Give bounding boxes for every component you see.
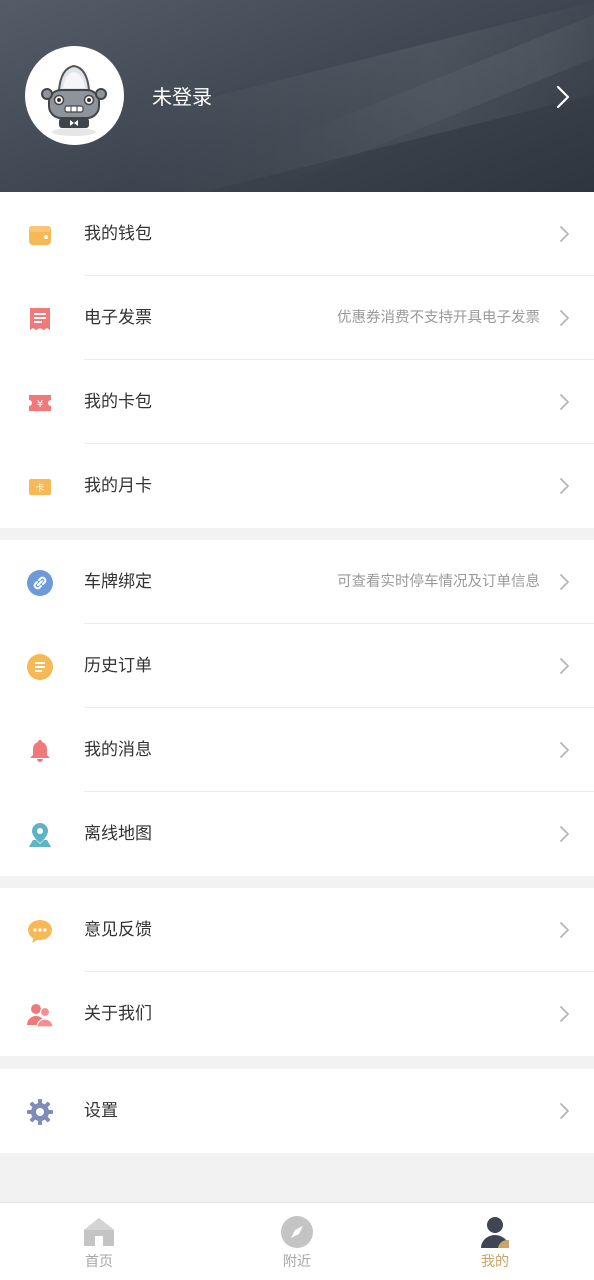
coupon-icon: ¥ xyxy=(29,395,51,411)
profile-header[interactable]: 未登录 xyxy=(0,0,594,192)
menu-item-label: 历史订单 xyxy=(84,656,152,676)
chevron-right-icon xyxy=(560,1103,569,1119)
chat-icon xyxy=(28,920,52,943)
chevron-right-icon xyxy=(560,226,569,242)
chevron-right-icon xyxy=(560,310,569,326)
menu-item-feedback[interactable]: 意见反馈 xyxy=(0,888,594,972)
bell-icon xyxy=(30,740,50,762)
tab-label: 首页 xyxy=(85,1254,113,1270)
menu-item-card-pack[interactable]: ¥ 我的卡包 xyxy=(0,360,594,444)
home-icon xyxy=(84,1218,114,1246)
menu-item-messages[interactable]: 我的消息 xyxy=(0,708,594,792)
svg-text:¥: ¥ xyxy=(37,399,43,410)
menu-item-monthly-card[interactable]: 卡 我的月卡 xyxy=(0,444,594,528)
menu-item-label: 我的月卡 xyxy=(84,476,152,496)
menu-item-label: 设置 xyxy=(84,1101,118,1121)
tab-mine[interactable]: 我的 xyxy=(396,1203,594,1280)
menu-item-wallet[interactable]: 我的钱包 xyxy=(0,192,594,276)
menu-item-label: 我的消息 xyxy=(84,740,152,760)
menu-group-parking: 车牌绑定 可查看实时停车情况及订单信息 历史订单 我的消息 离线地图 xyxy=(0,540,594,876)
menu-item-label: 意见反馈 xyxy=(84,920,152,940)
list-icon xyxy=(27,654,53,680)
tab-nearby[interactable]: 附近 xyxy=(198,1203,396,1280)
chevron-right-icon xyxy=(560,658,569,674)
compass-icon xyxy=(281,1216,313,1248)
chevron-right-icon xyxy=(560,1006,569,1022)
gear-icon xyxy=(27,1099,53,1125)
user-icon xyxy=(481,1217,509,1248)
card-icon: 卡 xyxy=(29,479,51,495)
menu-item-offline-map[interactable]: 离线地图 xyxy=(0,792,594,876)
menu-item-about-us[interactable]: 关于我们 xyxy=(0,972,594,1056)
chevron-right-icon xyxy=(560,478,569,494)
menu-item-invoice[interactable]: 电子发票 优惠券消费不支持开具电子发票 xyxy=(0,276,594,360)
menu-item-label: 关于我们 xyxy=(84,1004,152,1024)
menu-item-label: 离线地图 xyxy=(84,824,152,844)
menu-item-hint: 可查看实时停车情况及订单信息 xyxy=(337,574,540,590)
people-icon xyxy=(27,1004,54,1028)
chevron-right-icon xyxy=(560,742,569,758)
menu-item-hint: 优惠券消费不支持开具电子发票 xyxy=(337,310,540,326)
link-icon xyxy=(27,570,53,596)
chevron-right-icon xyxy=(560,922,569,938)
menu-item-settings[interactable]: 设置 xyxy=(0,1069,594,1153)
tab-label: 我的 xyxy=(481,1254,509,1270)
menu-item-order-history[interactable]: 历史订单 xyxy=(0,624,594,708)
menu-item-label: 车牌绑定 xyxy=(84,572,152,592)
map-pin-icon xyxy=(29,823,51,847)
svg-text:卡: 卡 xyxy=(35,482,44,494)
menu-group-support: 意见反馈 关于我们 xyxy=(0,888,594,1056)
tab-home[interactable]: 首页 xyxy=(0,1203,198,1280)
car-mascot-icon xyxy=(41,64,107,136)
login-status-label[interactable]: 未登录 xyxy=(152,82,212,112)
menu-item-label: 我的钱包 xyxy=(84,224,152,244)
menu-item-plate-binding[interactable]: 车牌绑定 可查看实时停车情况及订单信息 xyxy=(0,540,594,624)
wallet-icon xyxy=(29,226,51,245)
chevron-right-icon xyxy=(556,85,570,109)
tab-label: 附近 xyxy=(283,1254,311,1270)
receipt-icon xyxy=(30,308,50,330)
chevron-right-icon xyxy=(560,574,569,590)
avatar[interactable] xyxy=(25,46,124,145)
menu-item-label: 我的卡包 xyxy=(84,392,152,412)
chevron-right-icon xyxy=(560,394,569,410)
menu-group-settings: 设置 xyxy=(0,1069,594,1153)
bottom-tab-bar: 首页 附近 我的 xyxy=(0,1202,594,1280)
menu-group-account: 我的钱包 电子发票 优惠券消费不支持开具电子发票 ¥ 我的卡包 卡 我的月卡 xyxy=(0,192,594,528)
menu-item-label: 电子发票 xyxy=(84,308,152,328)
chevron-right-icon xyxy=(560,826,569,842)
